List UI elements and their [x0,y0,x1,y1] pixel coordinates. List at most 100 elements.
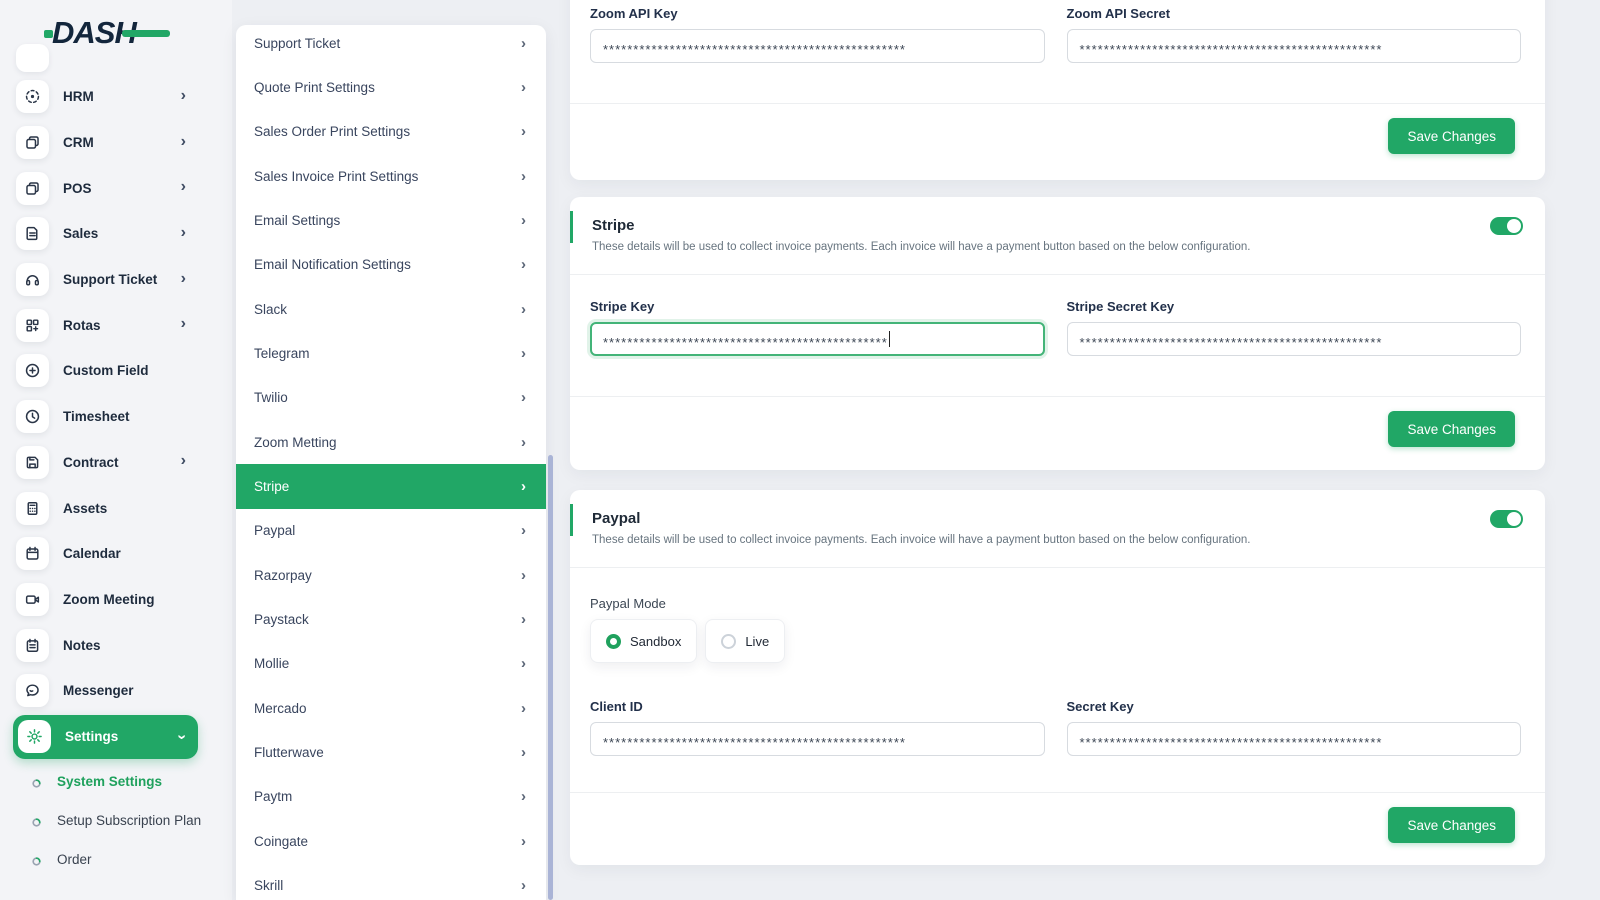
toggle-knob [1507,219,1521,233]
settings-menu-item-coingate[interactable]: Coingate › [236,819,546,863]
secret-key-input[interactable]: ****************************************… [1066,722,1521,756]
chevron-right-icon: › [180,178,186,196]
sidebar-sub-item-label: Order [57,852,92,867]
sidebar-item-label: Rotas [63,317,101,333]
settings-menu-item-twilio[interactable]: Twilio › [236,376,546,420]
settings-menu-item-email-settings[interactable]: Email Settings › [236,198,546,242]
settings-menu-item-label: Slack [254,301,288,317]
settings-menu-item-mollie[interactable]: Mollie › [236,642,546,686]
save-button[interactable]: Save Changes [1388,118,1515,154]
settings-menu-item-skrill[interactable]: Skrill › [236,863,546,900]
settings-menu-item-stripe[interactable]: Stripe › [236,464,546,509]
zoom-settings-card: Zoom API Key ***************************… [570,0,1545,180]
stripe-card-description: These details will be used to collect in… [592,241,1251,253]
zoom-api-secret-input[interactable]: ****************************************… [1066,29,1521,63]
sidebar-item-label: Calendar [63,546,121,562]
paypal-mode-sandbox[interactable]: Sandbox [590,619,698,663]
sidebar-item-settings[interactable]: Settings › [13,714,198,759]
settings-menu-item-sales-order-print-settings[interactable]: Sales Order Print Settings › [236,110,546,154]
settings-menu-item-flutterwave[interactable]: Flutterwave › [236,730,546,774]
app-logo[interactable]: DASH [44,14,170,52]
stripe-secret-key-input[interactable]: ****************************************… [1066,322,1521,356]
sidebar-item-rotas[interactable]: Rotas › [0,302,232,348]
settings-menu-item-slack[interactable]: Slack › [236,287,546,331]
sidebar-item-messenger[interactable]: Messenger › [0,668,232,714]
settings-menu-item-support-ticket[interactable]: Support Ticket › [236,25,546,65]
settings-menu-item-quote-print-settings[interactable]: Quote Print Settings › [236,65,546,109]
settings-menu-item-paypal[interactable]: Paypal › [236,509,546,553]
masked-value: ****************************************… [603,734,906,750]
save-button[interactable]: Save Changes [1388,411,1515,447]
stripe-settings-card: Stripe These details will be used to col… [570,197,1545,470]
circle-icon [31,854,42,866]
rotas-icon [16,308,49,342]
sidebar-item-label: Contract [63,454,119,470]
sidebar-item-support-ticket[interactable]: Support Ticket › [0,257,232,303]
paypal-settings-card: Paypal These details will be used to col… [570,490,1545,865]
settings-menu-item-zoom-metting[interactable]: Zoom Metting › [236,420,546,464]
settings-menu-item-mercado[interactable]: Mercado › [236,686,546,730]
stripe-key-label: Stripe Key [590,299,655,314]
sidebar-item-zoom-meeting[interactable]: Zoom Meeting › [0,577,232,623]
chevron-right-icon: › [521,78,526,96]
sidebar-sub-item-setup-subscription-plan[interactable]: Setup Subscription Plan [0,801,232,840]
sidebar-item-assets[interactable]: Assets › [0,485,232,531]
sidebar-item-label: Notes [63,637,101,653]
settings-menu-scrollbar[interactable] [548,455,553,900]
chevron-right-icon: › [521,389,526,407]
sidebar-item-contract[interactable]: Contract › [0,440,232,486]
settings-menu-item-label: Mollie [254,656,290,672]
settings-menu-item-email-notification-settings[interactable]: Email Notification Settings › [236,243,546,287]
stripe-key-input[interactable]: ****************************************… [590,322,1045,356]
settings-menu-item-razorpay[interactable]: Razorpay › [236,553,546,597]
settings-menu-item-sales-invoice-print-settings[interactable]: Sales Invoice Print Settings › [236,154,546,198]
mode-option-label: Sandbox [630,633,682,649]
chevron-right-icon: › [521,433,526,451]
sidebar-item-calendar[interactable]: Calendar › [0,531,232,577]
chevron-right-icon: › [521,167,526,185]
sidebar-nav: HRM › CRM › POS › Sales › Support Ticket… [0,74,232,760]
sidebar-item-label: Sales [63,226,99,242]
masked-value: ****************************************… [1079,334,1383,350]
chevron-right-icon: › [521,832,526,850]
settings-menu-item-label: Sales Order Print Settings [254,124,411,140]
calendar-icon [16,537,49,571]
sidebar-sub-item-system-settings[interactable]: System Settings [0,762,232,801]
settings-menu-item-label: Quote Print Settings [254,79,375,95]
sidebar-item-notes[interactable]: Notes › [0,622,232,668]
sidebar-item-label: Custom Field [63,363,149,379]
masked-value: ****************************************… [603,41,906,57]
zoom-api-secret-label: Zoom API Secret [1066,6,1171,21]
sidebar-item-crm[interactable]: CRM › [0,120,232,166]
sidebar-item-hrm[interactable]: HRM › [0,74,232,120]
zoom-api-key-input[interactable]: ****************************************… [590,29,1045,63]
masked-value: ****************************************… [1079,734,1383,750]
paypal-enable-toggle[interactable] [1490,510,1523,528]
sidebar-item-sales[interactable]: Sales › [0,211,232,257]
settings-menu-item-label: Flutterwave [254,744,324,760]
sidebar-item-label: Support Ticket [63,272,158,288]
support-ticket-icon [16,263,49,297]
settings-menu-item-telegram[interactable]: Telegram › [236,331,546,375]
settings-menu-item-label: Paypal [254,523,296,539]
chevron-right-icon: › [521,566,526,584]
settings-menu-item-label: Skrill [254,877,284,893]
settings-menu-item-label: Support Ticket [254,35,341,51]
stripe-enable-toggle[interactable] [1490,217,1523,235]
chevron-right-icon: › [521,211,526,229]
settings-menu-item-label: Razorpay [254,567,312,583]
sidebar-item-custom-field[interactable]: Custom Field › [0,348,232,394]
sidebar-sub-item-label: System Settings [57,774,163,789]
sidebar-item-label: POS [63,180,92,196]
settings-menu-item-paytm[interactable]: Paytm › [236,775,546,819]
settings-icon [18,720,51,754]
save-button[interactable]: Save Changes [1388,807,1515,843]
paypal-mode-live[interactable]: Live [705,619,786,663]
zoom-meeting-icon [16,582,49,616]
client-id-input[interactable]: ****************************************… [590,722,1045,756]
sidebar-sub-item-order[interactable]: Order [0,840,232,879]
sidebar-item-timesheet[interactable]: Timesheet › [0,394,232,440]
radio-unchecked-icon [721,633,737,649]
settings-menu-item-paystack[interactable]: Paystack › [236,597,546,641]
sidebar-item-pos[interactable]: POS › [0,165,232,211]
